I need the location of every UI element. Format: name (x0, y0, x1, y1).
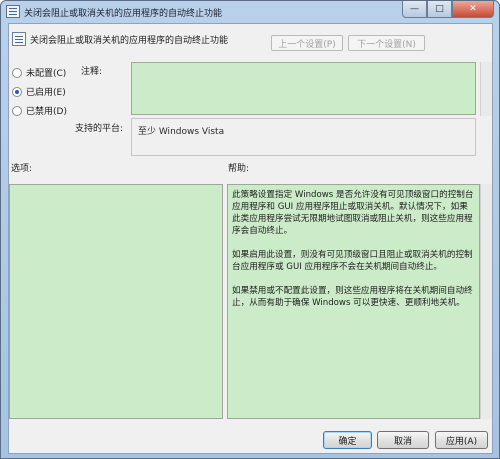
previous-setting-button[interactable]: 上一个设置(P) (271, 35, 343, 51)
platform-value: 至少 Windows Vista (138, 127, 225, 137)
comment-label: 注释: (81, 67, 103, 77)
close-button[interactable]: ✕ (452, 1, 494, 18)
help-scrollbar[interactable] (480, 184, 492, 419)
setting-icon (12, 32, 26, 46)
help-panel[interactable]: 此策略设置指定 Windows 是否允许没有可见顶级窗口的控制台应用程序和 GU… (227, 184, 480, 419)
comment-scrollbar[interactable] (480, 62, 492, 116)
setting-title: 关闭会阻止或取消关机的应用程序的自动终止功能 (30, 36, 229, 46)
minimize-button[interactable]: — (402, 1, 427, 18)
options-label: 选项: (11, 164, 33, 174)
help-paragraph: 如果禁用或不配置此设置，则这些应用程序将在关机期间自动终止，从而有助于确保 Wi… (232, 286, 473, 308)
help-paragraph: 此策略设置指定 Windows 是否允许没有可见顶级窗口的控制台应用程序和 GU… (232, 190, 474, 236)
apply-button[interactable]: 应用(A) (435, 431, 488, 449)
title-bar[interactable]: 关闭会阻止或取消关机的应用程序的自动终止功能 — □ ✕ (1, 1, 499, 23)
options-panel[interactable] (9, 184, 223, 419)
radio-not-configured[interactable]: 未配置(C) (12, 66, 66, 79)
platform-box: 至少 Windows Vista (131, 118, 476, 156)
radio-circle[interactable] (12, 105, 22, 116)
platform-label: 支持的平台: (75, 124, 124, 134)
dialog-client: 关闭会阻止或取消关机的应用程序的自动终止功能 上一个设置(P) 下一个设置(N)… (8, 23, 493, 454)
ok-button[interactable]: 确定 (323, 431, 372, 449)
policy-icon (6, 5, 20, 18)
cancel-button[interactable]: 取消 (377, 431, 429, 449)
maximize-button[interactable]: □ (427, 1, 452, 18)
caption-buttons: — □ ✕ (402, 1, 494, 19)
radio-label: 已禁用(D) (26, 107, 67, 117)
radio-circle-selected[interactable] (12, 86, 22, 97)
comment-textarea[interactable] (131, 62, 476, 115)
next-setting-button[interactable]: 下一个设置(N) (348, 35, 425, 51)
window-title: 关闭会阻止或取消关机的应用程序的自动终止功能 (24, 9, 223, 19)
radio-disabled[interactable]: 已禁用(D) (12, 104, 67, 117)
radio-circle[interactable] (12, 67, 22, 78)
help-label: 帮助: (228, 164, 250, 174)
radio-label: 已启用(E) (26, 88, 66, 98)
dialog-window: 关闭会阻止或取消关机的应用程序的自动终止功能 — □ ✕ 关闭会阻止或取消关机的… (0, 0, 500, 459)
radio-enabled[interactable]: 已启用(E) (12, 85, 66, 98)
help-paragraph: 如果启用此设置，则没有可见顶级窗口且阻止或取消关机的控制台应用程序或 GUI 应… (232, 250, 473, 272)
radio-label: 未配置(C) (26, 69, 67, 79)
